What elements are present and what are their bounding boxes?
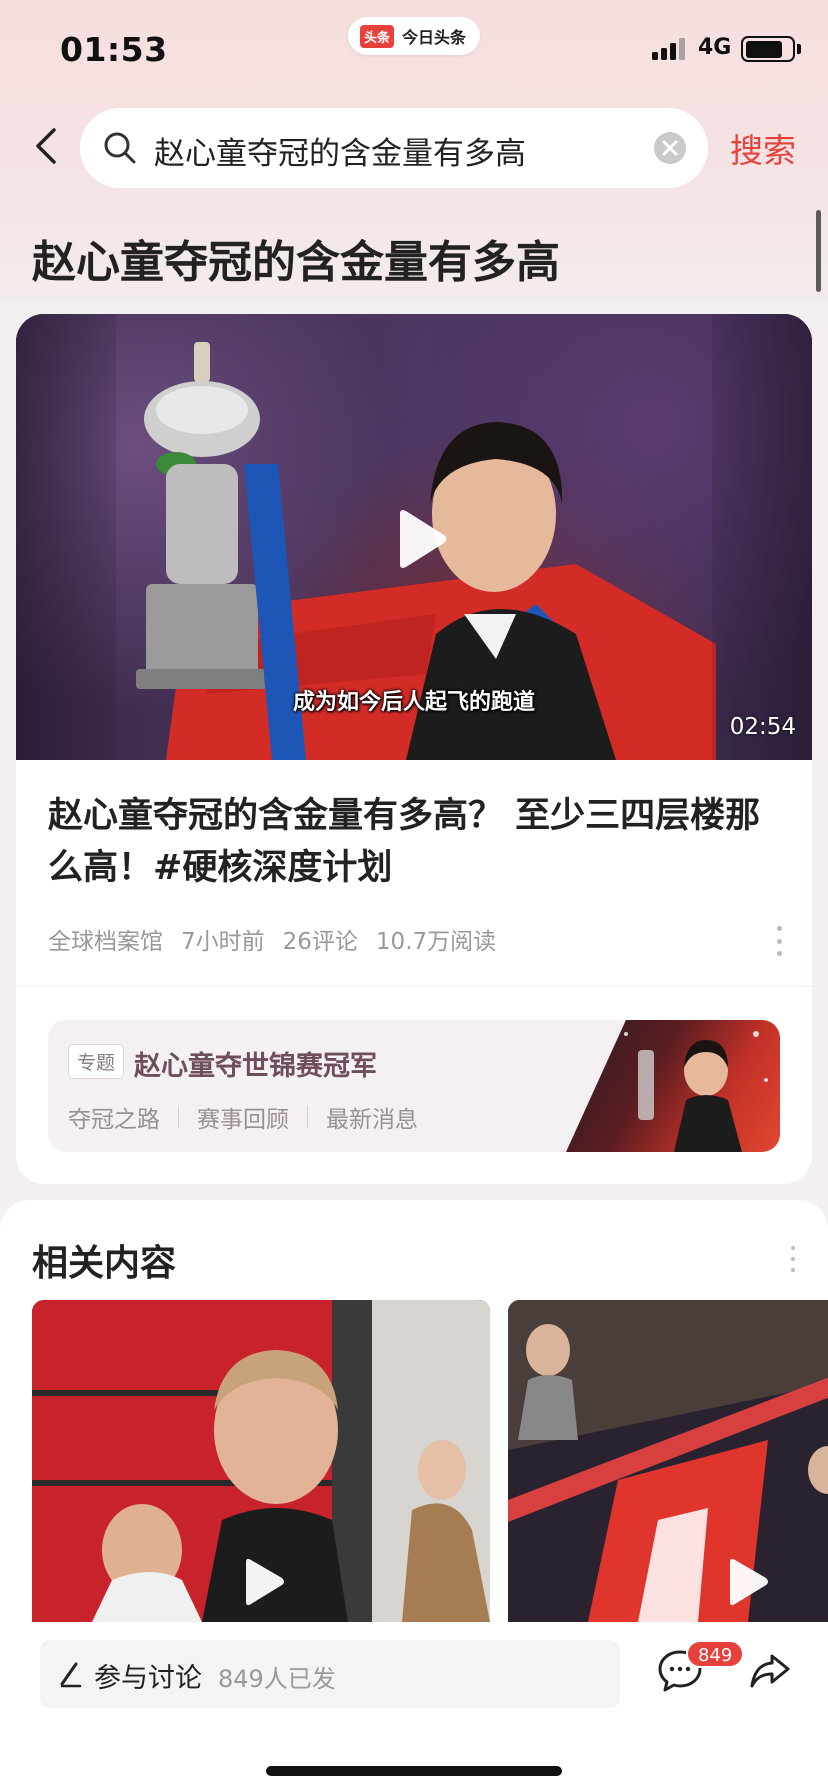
play-icon[interactable] xyxy=(382,504,452,574)
article-reads: 10.7万阅读 xyxy=(375,929,497,955)
search-query: 赵心童夺冠的含金量有多高 xyxy=(154,136,526,172)
app-indicator-pill[interactable]: 头条 今日头条 xyxy=(348,17,481,55)
related-thumbnail xyxy=(508,1300,828,1622)
more-options-icon[interactable] xyxy=(774,926,784,956)
search-row: 赵心童夺冠的含金量有多高 搜索 xyxy=(0,104,828,188)
article-meta: 全球档案馆 7小时前 26评论 10.7万阅读 xyxy=(48,922,496,956)
topic-link-news[interactable]: 最新消息 xyxy=(326,1100,418,1134)
topic-tag: 专题 xyxy=(68,1044,125,1079)
article-comments: 26评论 xyxy=(282,929,358,955)
topic-links: 夺冠之路 赛事回顾 最新消息 xyxy=(68,1100,418,1134)
related-heading: 相关内容 xyxy=(32,1243,177,1284)
more-options-icon[interactable] xyxy=(788,1246,798,1272)
chevron-left-icon xyxy=(36,128,56,164)
related-video-2[interactable] xyxy=(508,1300,828,1622)
back-button[interactable] xyxy=(28,124,68,168)
comment-count-badge: 849 xyxy=(686,1640,745,1668)
scrollbar[interactable] xyxy=(816,210,821,292)
video-subtitle: 成为如今后人起飞的跑道 xyxy=(292,690,535,715)
divider xyxy=(178,1106,179,1128)
related-video-1[interactable] xyxy=(32,1300,490,1622)
page-title: 赵心童夺冠的含金量有多高 xyxy=(32,237,560,288)
app-name: 今日头条 xyxy=(402,28,467,47)
article-title[interactable]: 赵心童夺冠的含金量有多高？ 至少三四层楼那么高！#硬核深度计划 xyxy=(48,790,778,894)
play-icon[interactable] xyxy=(716,1554,772,1610)
search-input[interactable]: 赵心童夺冠的含金量有多高 xyxy=(80,108,708,188)
topic-link-review[interactable]: 赛事回顾 xyxy=(197,1100,289,1134)
clock: 01:53 xyxy=(60,30,168,69)
article-source[interactable]: 全球档案馆 xyxy=(48,922,163,956)
pen-icon xyxy=(60,1662,82,1688)
battery-icon xyxy=(741,36,795,62)
discuss-count: 849人已发 xyxy=(218,1665,336,1693)
status-bar: 01:53 头条 今日头条 4G xyxy=(0,0,828,100)
battery-tip xyxy=(797,44,801,54)
app-logo: 头条 xyxy=(360,24,395,48)
divider xyxy=(16,986,812,987)
topic-image xyxy=(566,1020,780,1152)
video-duration: 02:54 xyxy=(729,714,796,740)
signal-icon xyxy=(652,38,685,60)
home-indicator[interactable] xyxy=(266,1766,562,1776)
play-icon[interactable] xyxy=(232,1554,288,1610)
search-button[interactable]: 搜索 xyxy=(730,124,796,172)
topic-link-road[interactable]: 夺冠之路 xyxy=(68,1100,160,1134)
clear-icon[interactable] xyxy=(654,132,686,164)
bottom-action-bar: 参与讨论 849人已发 849 xyxy=(0,1622,828,1792)
video-thumbnail[interactable]: 成为如今后人起飞的跑道 02:54 xyxy=(16,314,812,760)
topic-title[interactable]: 赵心童夺世锦赛冠军 xyxy=(134,1044,377,1083)
share-icon[interactable] xyxy=(748,1648,792,1692)
discuss-input[interactable]: 参与讨论 849人已发 xyxy=(40,1640,620,1708)
search-icon xyxy=(104,132,136,164)
network-type: 4G xyxy=(698,35,732,60)
discuss-label: 参与讨论 xyxy=(94,1663,202,1694)
topic-card[interactable]: 专题 赵心童夺世锦赛冠军 夺冠之路 赛事回顾 最新消息 xyxy=(48,1020,780,1152)
article-time: 7小时前 xyxy=(181,929,265,955)
divider xyxy=(307,1106,308,1128)
article-card[interactable]: 成为如今后人起飞的跑道 02:54 赵心童夺冠的含金量有多高？ 至少三四层楼那么… xyxy=(16,314,812,1184)
